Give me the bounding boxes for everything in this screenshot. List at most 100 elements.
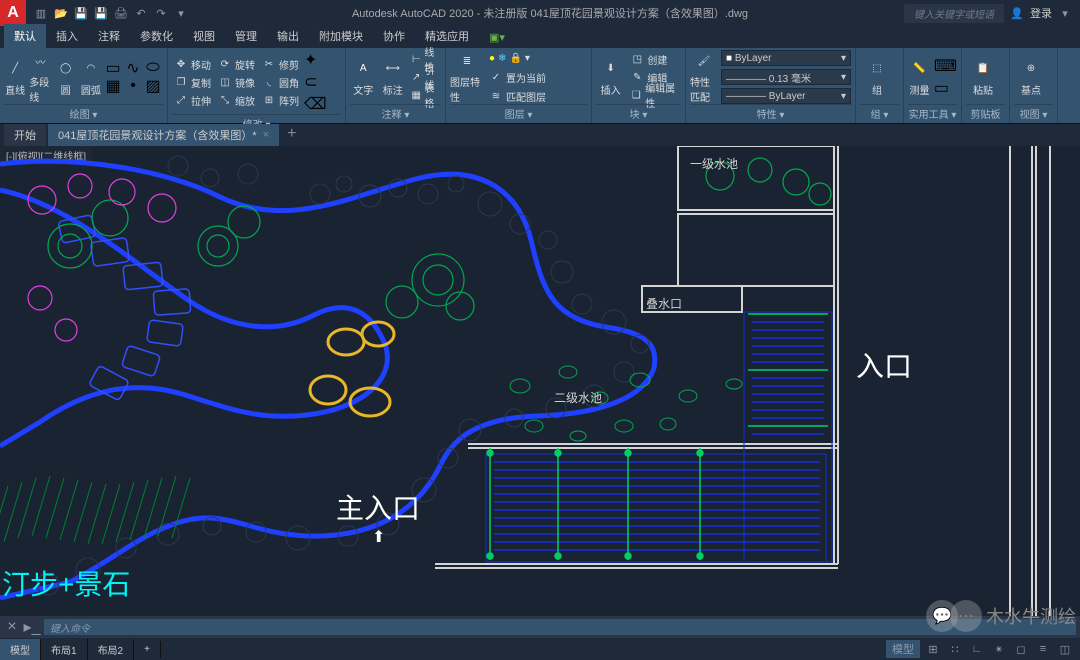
tab-view[interactable]: 视图 — [183, 24, 225, 48]
model-status-button[interactable]: 模型 — [886, 640, 920, 658]
view-panel-label[interactable]: 视图 ▾ — [1014, 104, 1053, 121]
tab-output[interactable]: 输出 — [267, 24, 309, 48]
layer-state-icons[interactable]: ●❄🔒▾ — [487, 50, 548, 66]
props-panel-label[interactable]: 特性 ▾ — [690, 104, 851, 121]
polar-icon[interactable]: ✴ — [990, 640, 1008, 658]
offset-icon[interactable]: ⊂ — [304, 72, 327, 92]
open-icon[interactable]: 📂 — [54, 6, 68, 20]
block-panel-label[interactable]: 块 ▾ — [596, 104, 681, 121]
explode-icon[interactable]: ✦ — [304, 50, 327, 70]
app-logo[interactable]: A — [0, 0, 26, 26]
measure-button[interactable]: 📏测量 — [908, 58, 931, 97]
user-icon[interactable]: 👤 — [1010, 6, 1024, 20]
copy-button[interactable]: ❐复制 — [172, 74, 213, 90]
watermark-text: 木水牛测绘 — [986, 603, 1076, 629]
point-icon[interactable]: • — [125, 78, 141, 94]
add-layout-icon[interactable]: + — [134, 641, 161, 658]
add-tab-icon[interactable]: + — [281, 122, 302, 146]
move-button[interactable]: ✥移动 — [172, 56, 213, 72]
tab-default[interactable]: 默认 — [4, 24, 46, 48]
tab-manage[interactable]: 管理 — [225, 24, 267, 48]
make-current-button[interactable]: ✓置为当前 — [487, 69, 548, 85]
insert-block-button[interactable]: ⬇插入 — [596, 58, 625, 97]
table-button[interactable]: ▦表格 — [409, 87, 441, 103]
lineweight-icon[interactable]: ≡ — [1034, 640, 1052, 658]
erase-icon[interactable]: ⌫ — [304, 94, 327, 114]
tab-annotate[interactable]: 注释 — [88, 24, 130, 48]
help-dropdown-icon[interactable]: ▾ — [1058, 6, 1072, 20]
search-input[interactable]: 键入关键字或短语 — [904, 4, 1004, 23]
tab-collab[interactable]: 协作 — [373, 24, 415, 48]
snap-icon[interactable]: ∷ — [946, 640, 964, 658]
array-button[interactable]: ⊞阵列 — [260, 92, 301, 108]
color-dropdown[interactable]: ■ ByLayer▾ — [721, 50, 851, 66]
tab-insert[interactable]: 插入 — [46, 24, 88, 48]
fillet-button[interactable]: ◟圆角 — [260, 74, 301, 90]
cmd-close-icon[interactable]: × — [4, 619, 20, 635]
undo-icon[interactable]: ↶ — [134, 6, 148, 20]
model-tab[interactable]: 模型 — [0, 639, 41, 660]
linetype-dropdown[interactable]: ———— ByLayer▾ — [721, 88, 851, 104]
text-button[interactable]: A文字 — [350, 58, 377, 97]
svg-text:汀步+景石: 汀步+景石 — [2, 569, 130, 600]
draw-panel-label[interactable]: 绘图 ▾ — [4, 104, 163, 121]
grid-icon[interactable]: ⊞ — [924, 640, 942, 658]
ellipse-icon[interactable]: ⬭ — [145, 60, 161, 76]
select-icon[interactable]: ▭ — [934, 78, 957, 98]
login-button[interactable]: 登录 — [1030, 5, 1052, 21]
save-icon[interactable]: 💾 — [74, 6, 88, 20]
match-layer-button[interactable]: ≋匹配图层 — [487, 88, 548, 104]
tab-expand-icon[interactable]: ▣▾ — [479, 27, 515, 48]
create-block-button[interactable]: ◳创建 — [628, 51, 681, 67]
tab-parametric[interactable]: 参数化 — [130, 24, 183, 48]
rotate-button[interactable]: ⟳旋转 — [216, 56, 257, 72]
transparency-icon[interactable]: ◫ — [1056, 640, 1074, 658]
cmd-prompt-icon[interactable]: ▸_ — [24, 619, 40, 635]
polyline-button[interactable]: 〰多段线 — [29, 50, 51, 104]
file-tabs: 开始 041屋顶花园景观设计方案（含效果图）*× + — [0, 124, 1080, 146]
lineweight-dropdown[interactable]: ———— 0.13 毫米▾ — [721, 69, 851, 85]
layer-panel-label[interactable]: 图层 ▾ — [450, 104, 587, 121]
group-button[interactable]: ⬚组 — [860, 58, 894, 97]
rect-icon[interactable]: ▭ — [105, 60, 121, 76]
osnap-icon[interactable]: ◻ — [1012, 640, 1030, 658]
scale-button[interactable]: ⤡缩放 — [216, 92, 257, 108]
saveas-icon[interactable]: 💾 — [94, 6, 108, 20]
mirror-button[interactable]: ◫镜像 — [216, 74, 257, 90]
close-icon[interactable]: × — [263, 129, 269, 141]
circle-button[interactable]: ◯圆 — [55, 58, 77, 97]
base-button[interactable]: ⊕基点 — [1014, 58, 1048, 97]
start-tab[interactable]: 开始 — [4, 124, 46, 146]
util-panel-label[interactable]: 实用工具 ▾ — [908, 104, 957, 121]
new-icon[interactable]: ▥ — [34, 6, 48, 20]
qat-dropdown-icon[interactable]: ▾ — [174, 6, 188, 20]
command-input[interactable]: 键入命令 — [44, 619, 1076, 635]
annot-panel-label[interactable]: 注释 ▾ — [350, 104, 441, 121]
layer-props-button[interactable]: ≣图层特性 — [450, 50, 484, 104]
edit-attr-button[interactable]: ❏编辑属性 — [628, 87, 681, 103]
tab-addins[interactable]: 附加模块 — [309, 24, 373, 48]
calc-icon[interactable]: ⌨ — [934, 56, 957, 76]
region-icon[interactable]: ▨ — [145, 78, 161, 94]
layout1-tab[interactable]: 布局1 — [41, 639, 88, 660]
plot-icon[interactable]: 🖨 — [114, 6, 128, 20]
svg-text:主入口: 主入口 — [336, 493, 420, 524]
ortho-icon[interactable]: ∟ — [968, 640, 986, 658]
redo-icon[interactable]: ↷ — [154, 6, 168, 20]
file-tab[interactable]: 041屋顶花园景观设计方案（含效果图）*× — [48, 124, 279, 146]
layout2-tab[interactable]: 布局2 — [88, 639, 135, 660]
hatch-icon[interactable]: ▦ — [105, 78, 121, 94]
stretch-button[interactable]: ⤢拉伸 — [172, 92, 213, 108]
arc-button[interactable]: ◠圆弧 — [80, 58, 102, 97]
clip-panel-label[interactable]: 剪贴板 — [966, 104, 1005, 121]
trim-button[interactable]: ✂修剪 — [260, 56, 301, 72]
spline-icon[interactable]: ∿ — [125, 60, 141, 76]
ribbon-tabs: 默认 插入 注释 参数化 视图 管理 输出 附加模块 协作 精选应用 ▣▾ — [0, 26, 1080, 48]
match-props-button[interactable]: 🖌特性匹配 — [690, 50, 718, 104]
svg-text:叠水口: 叠水口 — [646, 297, 682, 311]
dim-button[interactable]: ⟷标注 — [380, 58, 407, 97]
drawing-canvas[interactable]: [-][俯视][二维线框] — [0, 146, 1080, 616]
paste-button[interactable]: 📋粘贴 — [966, 58, 1000, 97]
line-button[interactable]: ╱直线 — [4, 58, 26, 97]
group-panel-label[interactable]: 组 ▾ — [860, 104, 899, 121]
